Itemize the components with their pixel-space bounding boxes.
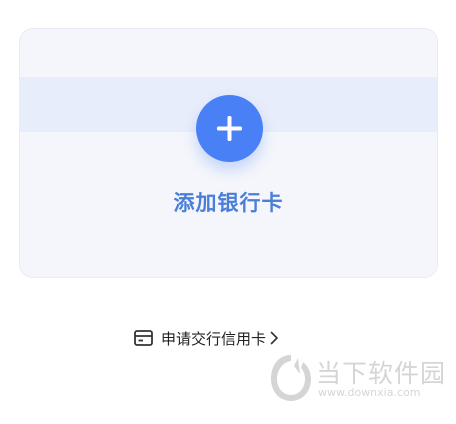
credit-card-icon [134, 330, 153, 346]
add-bank-card-button[interactable] [196, 95, 263, 162]
add-bank-card-panel[interactable]: 添加银行卡 [19, 28, 438, 278]
add-bank-card-label[interactable]: 添加银行卡 [20, 187, 437, 217]
site-watermark: 当下软件园 www.downxia.com [268, 352, 448, 408]
apply-credit-card-link[interactable]: 申请交行信用卡 [134, 328, 279, 348]
chevron-right-icon [270, 331, 279, 345]
watermark-url: www.downxia.com [318, 386, 421, 399]
apply-credit-card-label[interactable]: 申请交行信用卡 [161, 328, 266, 349]
downxia-logo-icon [271, 355, 311, 401]
plus-icon [217, 116, 242, 141]
watermark-name: 当下软件园 [316, 359, 447, 388]
